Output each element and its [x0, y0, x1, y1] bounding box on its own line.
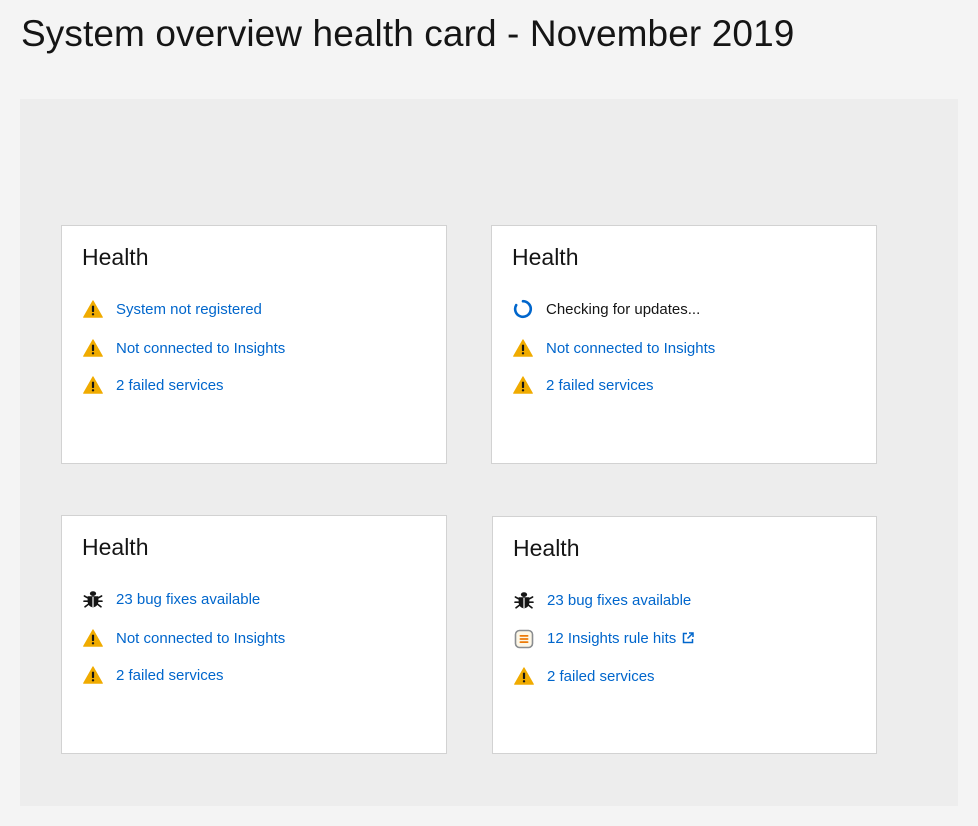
warning-icon [82, 374, 104, 396]
warning-icon [512, 374, 534, 396]
failed-services-link[interactable]: 2 failed services [116, 377, 224, 394]
insights-rule-hits-link[interactable]: 12 Insights rule hits [547, 630, 694, 648]
health-card: Health 23 bug fixes available Not connec… [61, 515, 447, 754]
page-title: System overview health card - November 2… [21, 13, 795, 54]
warning-icon [513, 665, 535, 687]
card-title: Health [82, 244, 149, 270]
status-item-insights: Not connected to Insights [82, 337, 285, 359]
card-showcase-area: Health System not registered Not connect… [20, 99, 958, 806]
insights-rule-hits-label: 12 Insights rule hits [547, 630, 677, 648]
bug-fixes-link[interactable]: 23 bug fixes available [116, 591, 260, 608]
status-list: Checking for updates... Not connected to… [512, 298, 715, 413]
status-item-registration: System not registered [82, 298, 285, 320]
status-item-insights: Not connected to Insights [82, 627, 285, 649]
status-item-services: 2 failed services [82, 664, 285, 686]
warning-icon [82, 664, 104, 686]
status-list: 23 bug fixes available 12 Insights rule … [513, 589, 694, 704]
failed-services-link[interactable]: 2 failed services [547, 668, 655, 685]
status-list: System not registered Not connected to I… [82, 298, 285, 413]
bug-icon [82, 588, 104, 610]
card-title: Health [512, 244, 579, 270]
system-not-registered-link[interactable]: System not registered [116, 301, 262, 318]
warning-icon [82, 627, 104, 649]
warning-icon [512, 337, 534, 359]
status-list: 23 bug fixes available Not connected to … [82, 588, 285, 703]
health-card: Health Checking for updates... Not conne… [491, 225, 877, 464]
status-item-services: 2 failed services [82, 374, 285, 396]
card-title: Health [513, 535, 580, 561]
failed-services-link[interactable]: 2 failed services [116, 667, 224, 684]
not-connected-insights-link[interactable]: Not connected to Insights [116, 340, 285, 357]
health-card: Health 23 bug fixes available 12 Insight… [492, 516, 877, 754]
checking-updates-text: Checking for updates... [546, 300, 701, 318]
status-item-bug-fixes: 23 bug fixes available [82, 588, 285, 610]
spinner-icon [512, 298, 534, 320]
card-title: Health [82, 534, 149, 560]
status-item-updates: Checking for updates... [512, 298, 715, 320]
health-card: Health System not registered Not connect… [61, 225, 447, 464]
insights-icon [513, 628, 535, 650]
bug-fixes-link[interactable]: 23 bug fixes available [547, 592, 691, 609]
failed-services-link[interactable]: 2 failed services [546, 377, 654, 394]
status-item-bug-fixes: 23 bug fixes available [513, 589, 694, 611]
warning-icon [82, 337, 104, 359]
status-item-insights-rules: 12 Insights rule hits [513, 628, 694, 650]
status-item-services: 2 failed services [512, 374, 715, 396]
status-item-insights: Not connected to Insights [512, 337, 715, 359]
external-link-icon [682, 631, 694, 648]
not-connected-insights-link[interactable]: Not connected to Insights [546, 340, 715, 357]
status-item-services: 2 failed services [513, 665, 694, 687]
not-connected-insights-link[interactable]: Not connected to Insights [116, 630, 285, 647]
warning-icon [82, 298, 104, 320]
bug-icon [513, 589, 535, 611]
